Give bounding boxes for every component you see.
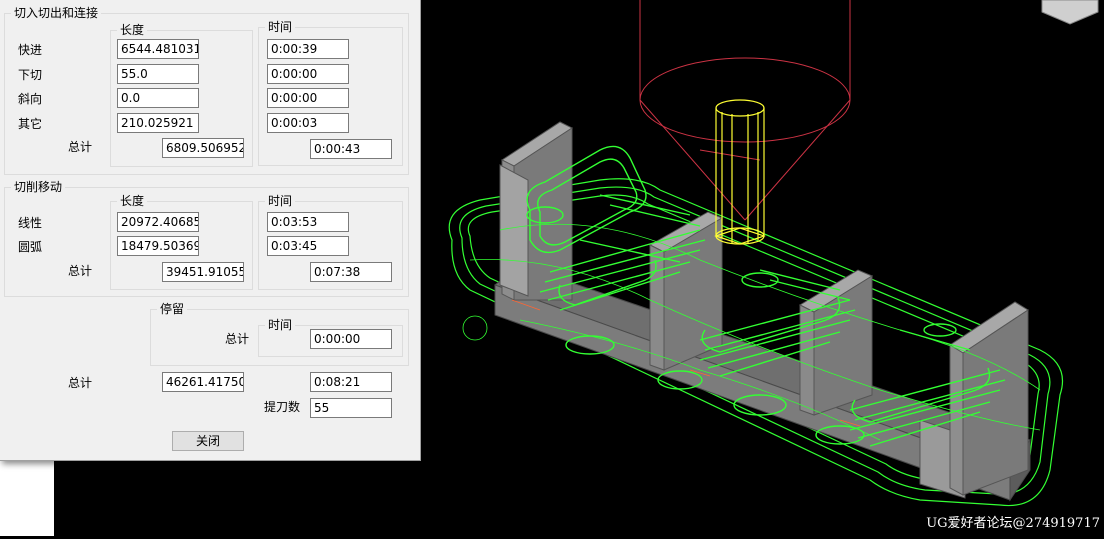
plunge-label: 下切 bbox=[18, 68, 43, 82]
cutting-length-header: 长度 bbox=[117, 194, 148, 208]
dwell-group-title: 停留 bbox=[157, 302, 188, 316]
cutting-group-title: 切削移动 bbox=[11, 180, 66, 194]
plunge-length-field[interactable]: 55.0 bbox=[117, 64, 199, 84]
cutting-total-time-field[interactable]: 0:07:38 bbox=[310, 262, 392, 282]
cutting-time-header: 时间 bbox=[265, 194, 296, 208]
linear-label: 线性 bbox=[18, 216, 43, 230]
engage-group-title: 切入切出和连接 bbox=[11, 6, 102, 20]
ramp-time-field[interactable]: 0:00:00 bbox=[267, 88, 349, 108]
engage-length-header: 长度 bbox=[117, 23, 148, 37]
watermark: UG爱好者论坛@274919717 bbox=[926, 516, 1100, 531]
linear-length-field[interactable]: 20972.406857 bbox=[117, 212, 199, 232]
other-length-field[interactable]: 210.025921 bbox=[117, 113, 199, 133]
arc-length-field[interactable]: 18479.503699 bbox=[117, 236, 199, 256]
dwell-total-time-field[interactable]: 0:00:00 bbox=[310, 329, 392, 349]
engage-total-label: 总计 bbox=[68, 140, 93, 154]
engage-total-time-field[interactable]: 0:00:43 bbox=[310, 139, 392, 159]
path-statistics-dialog: 切入切出和连接 长度 时间 快进 6544.481031 0:00:39 下切 … bbox=[0, 0, 421, 461]
plunge-time-field[interactable]: 0:00:00 bbox=[267, 64, 349, 84]
cutting-total-length-field[interactable]: 39451.91055 bbox=[162, 262, 244, 282]
part-model bbox=[493, 121, 1031, 502]
arc-label: 圆弧 bbox=[18, 240, 43, 254]
close-button[interactable]: 关闭 bbox=[172, 431, 244, 451]
engage-time-header: 时间 bbox=[265, 20, 296, 34]
grand-total-time-field[interactable]: 0:08:21 bbox=[310, 372, 392, 392]
grand-total-length-field[interactable]: 46261.417503 bbox=[162, 372, 244, 392]
rapid-length-field[interactable]: 6544.481031 bbox=[117, 39, 199, 59]
cutting-tool-icon bbox=[714, 99, 766, 245]
linear-time-field[interactable]: 0:03:53 bbox=[267, 212, 349, 232]
other-label: 其它 bbox=[18, 117, 43, 131]
tool-holder-icon bbox=[639, 0, 851, 221]
grand-total-label: 总计 bbox=[68, 376, 93, 390]
arc-time-field[interactable]: 0:03:45 bbox=[267, 236, 349, 256]
rapid-time-field[interactable]: 0:00:39 bbox=[267, 39, 349, 59]
dwell-total-label: 总计 bbox=[225, 332, 250, 346]
ramp-label: 斜向 bbox=[18, 92, 43, 106]
dwell-time-header: 时间 bbox=[265, 318, 296, 332]
rapid-label: 快进 bbox=[18, 43, 43, 57]
cutting-total-label: 总计 bbox=[68, 264, 93, 278]
retract-count-label: 提刀数 bbox=[264, 400, 301, 414]
retract-count-field[interactable]: 55 bbox=[310, 398, 392, 418]
engage-total-length-field[interactable]: 6809.506952 bbox=[162, 138, 244, 158]
view-cube-icon bbox=[1041, 0, 1099, 25]
other-time-field[interactable]: 0:00:03 bbox=[267, 113, 349, 133]
ramp-length-field[interactable]: 0.0 bbox=[117, 88, 199, 108]
